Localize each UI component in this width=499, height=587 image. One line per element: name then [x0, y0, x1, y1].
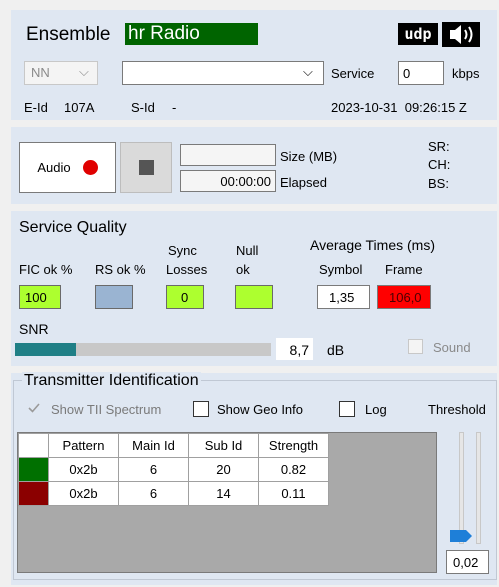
- snr-unit: dB: [327, 342, 345, 358]
- frame-value: 106,0: [389, 290, 422, 305]
- sync-indicator: 0: [166, 285, 204, 309]
- ensemble-label: Ensemble: [26, 24, 111, 45]
- column-header-sub-id[interactable]: Sub Id: [188, 433, 259, 458]
- sync-value: 0: [181, 290, 189, 305]
- symbol-time-field: 1,35: [317, 285, 370, 309]
- column-header-main-id[interactable]: Main Id: [118, 433, 189, 458]
- audio-button-label: Audio: [37, 160, 71, 175]
- slider-handle[interactable]: [450, 530, 472, 542]
- eid-value: 107A: [64, 100, 95, 115]
- main-id-cell: 6: [118, 457, 189, 482]
- show-geo-info-checkbox[interactable]: [193, 401, 209, 417]
- strength-cell: 0.11: [258, 481, 329, 506]
- tii-table-header: Pattern Main Id Sub Id Strength: [18, 433, 329, 458]
- snr-bar-fill: [15, 343, 77, 356]
- log-checkbox[interactable]: [339, 401, 355, 417]
- udp-indicator[interactable]: udp: [398, 23, 438, 45]
- null-indicator: [235, 285, 273, 309]
- symbol-value: 1,35: [329, 290, 355, 305]
- threshold-value-field[interactable]: 0,02: [446, 550, 489, 574]
- show-tii-spectrum-label: Show TII Spectrum: [51, 402, 162, 417]
- kbps-value: 0: [403, 66, 411, 81]
- main-id-cell: 6: [118, 481, 189, 506]
- date-time: 2023-10-31 09:26:15 Z: [331, 100, 467, 115]
- elapsed-label: Elapsed: [280, 175, 327, 190]
- bs-label: BS:: [428, 176, 449, 191]
- log-label: Log: [365, 402, 387, 417]
- service-select[interactable]: ⌵: [122, 61, 324, 85]
- service-quality-title: Service Quality: [19, 219, 127, 236]
- udp-label: udp: [404, 25, 432, 43]
- table-row[interactable]: 0x2b 6 14 0.11: [18, 481, 329, 506]
- column-header-pattern[interactable]: Pattern: [48, 433, 119, 458]
- sync-label-1: Sync: [168, 243, 197, 258]
- sid-value: -: [172, 100, 177, 115]
- threshold-slider[interactable]: [448, 432, 488, 544]
- sound-label: Sound: [433, 340, 471, 355]
- show-geo-info-label: Show Geo Info: [217, 402, 303, 417]
- speaker-icon[interactable]: [442, 22, 480, 47]
- rs-indicator: [95, 285, 133, 309]
- average-times-label: Average Times (ms): [310, 237, 435, 253]
- fic-value: 100: [25, 290, 47, 305]
- nn-value: NN: [31, 65, 50, 80]
- kbps-label: kbps: [452, 66, 480, 81]
- threshold-label: Threshold: [428, 402, 486, 417]
- rs-label: RS ok %: [95, 262, 146, 277]
- chevron-down-icon: ⌵: [79, 64, 89, 79]
- sound-checkbox[interactable]: [408, 339, 423, 354]
- sub-id-cell: 20: [188, 457, 259, 482]
- snr-value-field: 8,7: [276, 338, 313, 360]
- pattern-cell: 0x2b: [48, 457, 119, 482]
- threshold-value: 0,02: [453, 555, 479, 570]
- kbps-field[interactable]: 0: [398, 61, 444, 85]
- column-header-strength[interactable]: Strength: [258, 433, 329, 458]
- snr-label: SNR: [19, 321, 49, 337]
- ensemble-name-badge: hr Radio: [125, 23, 258, 45]
- stop-button[interactable]: [120, 142, 172, 193]
- ch-label: CH:: [428, 157, 451, 172]
- record-icon: [82, 160, 98, 175]
- service-label: Service: [331, 66, 375, 81]
- fic-indicator: 100: [19, 285, 61, 309]
- frame-time-field: 106,0: [377, 285, 431, 309]
- sync-label-2: Losses: [166, 262, 208, 277]
- checkmark-icon: [28, 403, 40, 413]
- size-label: Size (MB): [280, 149, 338, 164]
- chevron-down-icon: ⌵: [303, 64, 313, 79]
- elapsed-field: 00:00:00: [180, 170, 276, 192]
- size-field: [180, 144, 276, 166]
- slider-track-left: [459, 432, 464, 544]
- fic-label: FIC ok %: [19, 262, 73, 277]
- sid-label: S-Id: [131, 100, 155, 115]
- ensemble-name: hr Radio: [128, 23, 200, 44]
- row-color-swatch: [18, 457, 49, 482]
- slider-track-right: [476, 432, 481, 544]
- frame-label: Frame: [385, 262, 423, 277]
- null-label-2: ok: [236, 262, 250, 277]
- tii-table-container: Pattern Main Id Sub Id Strength 0x2b 6 2…: [17, 432, 437, 573]
- transmitter-title: Transmitter Identification: [22, 372, 201, 390]
- nn-select[interactable]: NN ⌵: [24, 61, 98, 85]
- sr-label: SR:: [428, 139, 450, 154]
- row-header-corner: [18, 433, 49, 458]
- pattern-cell: 0x2b: [48, 481, 119, 506]
- table-row[interactable]: 0x2b 6 20 0.82: [18, 457, 329, 482]
- snr-value: 8,7: [289, 342, 309, 358]
- snr-bar: [15, 343, 271, 356]
- audio-record-button[interactable]: Audio: [19, 142, 116, 193]
- elapsed-value: 00:00:00: [220, 174, 271, 189]
- null-label-1: Null: [236, 243, 259, 258]
- stop-icon: [138, 160, 154, 175]
- tii-table: Pattern Main Id Sub Id Strength 0x2b 6 2…: [18, 433, 329, 506]
- row-color-swatch: [18, 481, 49, 506]
- sub-id-cell: 14: [188, 481, 259, 506]
- eid-label: E-Id: [24, 100, 48, 115]
- symbol-label: Symbol: [319, 262, 363, 277]
- strength-cell: 0.82: [258, 457, 329, 482]
- show-tii-spectrum-checkbox[interactable]: [27, 401, 41, 415]
